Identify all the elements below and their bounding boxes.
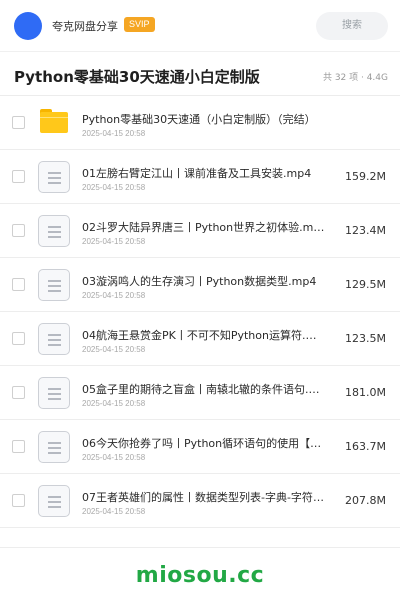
file-date: 2025-04-15 20:58 bbox=[82, 345, 146, 354]
file-name: 01左膀右臂定江山丨课前准备及工具安装.mp4 bbox=[82, 167, 312, 180]
checkbox[interactable] bbox=[12, 494, 25, 507]
item-count-size: 共 32 项 · 4.4G bbox=[322, 73, 388, 83]
document-icon bbox=[38, 269, 70, 301]
file-name: 07王者英雄们的属性丨数据类型列表-字典-字符串【… bbox=[82, 491, 327, 504]
file-date: 2025-04-15 20:58 bbox=[82, 183, 146, 192]
file-date: 2025-04-15 20:58 bbox=[82, 453, 146, 462]
svip-badge: SVIP bbox=[124, 17, 155, 32]
checkbox[interactable] bbox=[12, 278, 25, 291]
list-item[interactable]: 05盒子里的期待之盲盒丨南辕北辙的条件语句.mp4 2025-04-15 20:… bbox=[0, 366, 400, 420]
file-size: 163.7M bbox=[345, 440, 386, 453]
file-name: 06今天你抢券了吗丨Python循环语句的使用【】… bbox=[82, 437, 327, 450]
checkbox[interactable] bbox=[12, 386, 25, 399]
file-size: 207.8M bbox=[345, 494, 386, 507]
file-date: 2025-04-15 20:58 bbox=[82, 399, 146, 408]
file-date: 2025-04-15 20:58 bbox=[82, 129, 146, 138]
file-size: 159.2M bbox=[345, 170, 386, 183]
file-date: 2025-04-15 20:58 bbox=[82, 291, 146, 300]
document-icon bbox=[38, 485, 70, 517]
list-item[interactable]: 02斗罗大陆异界唐三丨Python世界之初体验.m… 2025-04-15 20… bbox=[0, 204, 400, 258]
checkbox[interactable] bbox=[12, 224, 25, 237]
file-size: 129.5M bbox=[345, 278, 386, 291]
file-name: 02斗罗大陆异界唐三丨Python世界之初体验.m… bbox=[82, 221, 325, 234]
document-icon bbox=[38, 215, 70, 247]
folder-icon bbox=[40, 109, 68, 133]
page-title: Python零基础30天速通小白定制版 bbox=[14, 68, 260, 86]
file-size: 181.0M bbox=[345, 386, 386, 399]
document-icon bbox=[38, 161, 70, 193]
share-name: 夸克网盘分享 bbox=[52, 20, 118, 33]
file-name: Python零基础30天速通（小白定制版）（完结） bbox=[82, 113, 316, 126]
document-icon bbox=[38, 377, 70, 409]
checkbox[interactable] bbox=[12, 332, 25, 345]
list-item[interactable]: 04航海王悬赏金PK丨不可不知Python运算符.… 2025-04-15 20… bbox=[0, 312, 400, 366]
list-item[interactable]: 06今天你抢券了吗丨Python循环语句的使用【】… 2025-04-15 20… bbox=[0, 420, 400, 474]
title-bar: Python零基础30天速通小白定制版 共 32 项 · 4.4G bbox=[0, 52, 400, 96]
file-name: 03漩涡鸣人的生存演习丨Python数据类型.mp4 bbox=[82, 275, 317, 288]
checkbox[interactable] bbox=[12, 440, 25, 453]
list-item[interactable]: Python零基础30天速通（小白定制版）（完结） 2025-04-15 20:… bbox=[0, 96, 400, 150]
file-name: 04航海王悬赏金PK丨不可不知Python运算符.… bbox=[82, 329, 317, 342]
file-size: 123.4M bbox=[345, 224, 386, 237]
list-item[interactable]: 07王者英雄们的属性丨数据类型列表-字典-字符串【… 2025-04-15 20… bbox=[0, 474, 400, 528]
file-date: 2025-04-15 20:58 bbox=[82, 237, 146, 246]
header: 夸克网盘分享 SVIP 搜索 bbox=[0, 0, 400, 52]
divider bbox=[0, 547, 400, 548]
avatar[interactable] bbox=[14, 12, 42, 40]
file-list: Python零基础30天速通（小白定制版）（完结） 2025-04-15 20:… bbox=[0, 96, 400, 528]
document-icon bbox=[38, 323, 70, 355]
list-item[interactable]: 01左膀右臂定江山丨课前准备及工具安装.mp4 2025-04-15 20:58… bbox=[0, 150, 400, 204]
list-item[interactable]: 03漩涡鸣人的生存演习丨Python数据类型.mp4 2025-04-15 20… bbox=[0, 258, 400, 312]
watermark: miosou.cc bbox=[135, 563, 265, 588]
file-date: 2025-04-15 20:58 bbox=[82, 507, 146, 516]
document-icon bbox=[38, 431, 70, 463]
checkbox[interactable] bbox=[12, 116, 25, 129]
file-size: 123.5M bbox=[345, 332, 386, 345]
checkbox[interactable] bbox=[12, 170, 25, 183]
file-name: 05盒子里的期待之盲盒丨南辕北辙的条件语句.mp4 bbox=[82, 383, 327, 396]
search-button[interactable]: 搜索 bbox=[316, 12, 388, 40]
